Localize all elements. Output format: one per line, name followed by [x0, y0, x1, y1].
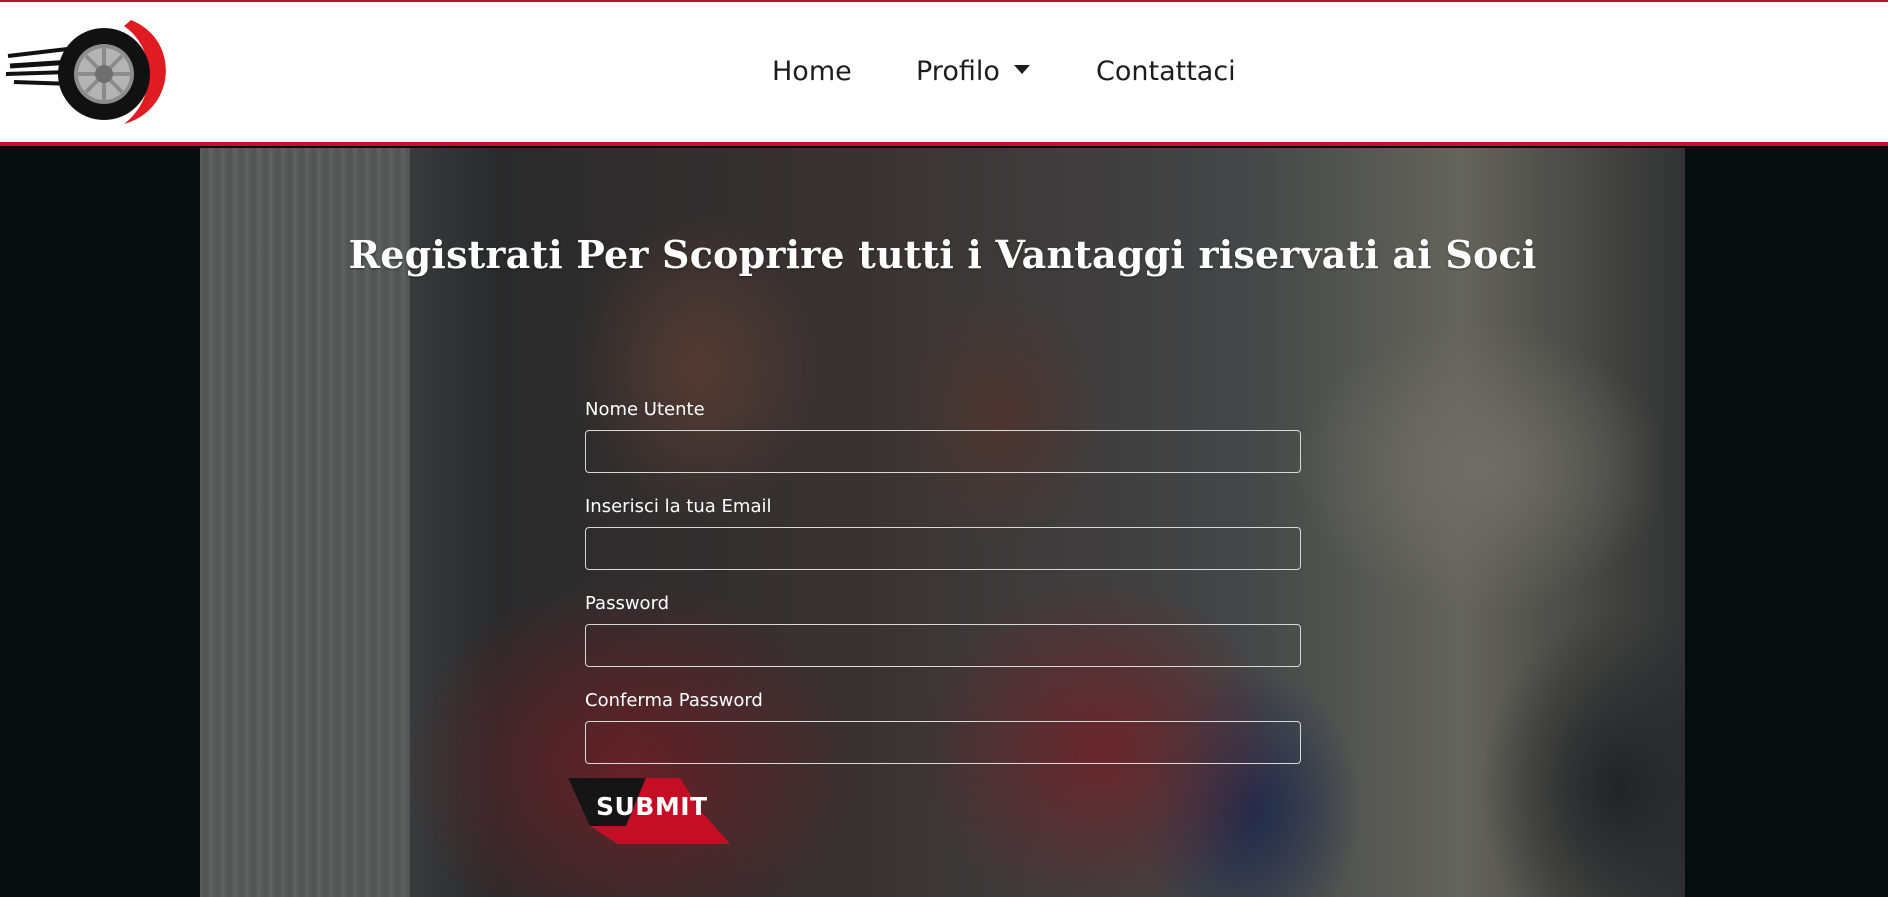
password-label: Password	[585, 593, 670, 614]
page-title: Registrati Per Scoprire tutti i Vantaggi…	[348, 232, 1537, 277]
registration-hero: Registrati Per Scoprire tutti i Vantaggi…	[200, 148, 1685, 897]
submit-button[interactable]: SUBMIT	[568, 778, 730, 844]
username-input[interactable]	[585, 430, 1301, 473]
confirm-password-input[interactable]	[585, 721, 1301, 764]
header: Home Profilo Contattaci	[0, 0, 1888, 146]
registration-form: Nome Utente Inserisci la tua Email Passw…	[585, 398, 1301, 786]
main-nav: Home Profilo Contattaci	[0, 56, 1888, 96]
nav-home-link[interactable]: Home	[772, 56, 852, 87]
username-field-group: Nome Utente	[585, 398, 1301, 495]
confirm-password-field-group: Conferma Password	[585, 689, 1301, 786]
submit-label: SUBMIT	[596, 792, 708, 821]
email-input[interactable]	[585, 527, 1301, 570]
nav-profilo-label: Profilo	[916, 56, 1000, 87]
password-input[interactable]	[585, 624, 1301, 667]
caret-down-icon	[1013, 65, 1030, 74]
username-label: Nome Utente	[585, 399, 705, 420]
email-field-group: Inserisci la tua Email	[585, 495, 1301, 592]
password-field-group: Password	[585, 592, 1301, 689]
nav-contattaci-link[interactable]: Contattaci	[1096, 56, 1236, 87]
nav-profilo-dropdown[interactable]: Profilo	[916, 56, 1030, 87]
email-label: Inserisci la tua Email	[585, 496, 772, 517]
confirm-password-label: Conferma Password	[585, 690, 763, 711]
